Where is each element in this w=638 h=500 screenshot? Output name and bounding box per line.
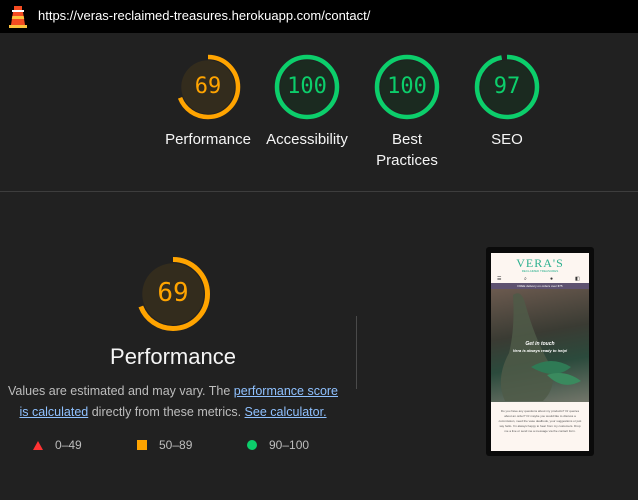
vertical-separator bbox=[356, 316, 357, 389]
final-screenshot[interactable]: VERA'S RECLAIMED TREASURES ☰ ⌕ ● ◧ FREE … bbox=[486, 247, 594, 456]
category-title: Performance bbox=[110, 344, 236, 369]
lighthouse-icon bbox=[9, 6, 27, 28]
gauge-label-best-practices: Best Practices bbox=[349, 129, 465, 171]
desc-text: Values are estimated and may vary. The bbox=[7, 384, 234, 398]
gauge-score: 100 bbox=[287, 74, 327, 99]
site-tagline: RECLAIMED TREASURES bbox=[521, 269, 559, 273]
hero-image: Get in touch Vera is always ready to hel… bbox=[491, 289, 589, 402]
gauge-score: 69 bbox=[157, 278, 189, 308]
performance-description: Values are estimated and may vary. The p… bbox=[4, 381, 342, 423]
gauge-best-practices[interactable]: 100 bbox=[374, 54, 440, 120]
square-icon bbox=[137, 440, 147, 450]
menu-icon: ☰ bbox=[497, 276, 502, 282]
legend-range: 50–89 bbox=[159, 438, 193, 452]
search-icon: ⌕ bbox=[524, 276, 527, 282]
gauge-score: 97 bbox=[493, 74, 521, 99]
gauge-label-seo: SEO bbox=[449, 129, 565, 150]
legend-fail: 0–49 bbox=[33, 438, 82, 452]
gauge-accessibility[interactable]: 100 bbox=[274, 54, 340, 120]
account-icon: ● bbox=[550, 276, 554, 282]
cart-icon: ◧ bbox=[575, 276, 580, 282]
calculator-link[interactable]: See calculator. bbox=[245, 405, 327, 419]
contact-intro-text: Do you have any questions about my produ… bbox=[498, 409, 582, 433]
desc-text: directly from these metrics. bbox=[88, 405, 245, 419]
gauge-label-line: SEO bbox=[491, 131, 523, 148]
legend-average: 50–89 bbox=[137, 438, 192, 452]
legend-pass: 90–100 bbox=[247, 438, 309, 452]
circle-icon bbox=[247, 440, 257, 450]
gauge-label-line: Best bbox=[391, 131, 422, 148]
gauge-score: 69 bbox=[194, 74, 222, 99]
browser-bar: https://veras-reclaimed-treasures.heroku… bbox=[0, 0, 638, 33]
hero-subtitle: Vera is always ready to help! bbox=[512, 348, 568, 353]
gauge-label-line: Performance bbox=[165, 131, 251, 148]
gauge-performance[interactable]: 69 bbox=[175, 54, 241, 120]
legend-range: 0–49 bbox=[55, 438, 82, 452]
gauge-label-line: Accessibility bbox=[266, 131, 348, 148]
section-divider bbox=[0, 191, 638, 192]
gauge-label-line: Practices bbox=[376, 152, 438, 169]
gauge-score: 100 bbox=[387, 74, 427, 99]
performance-gauge-large: 69 bbox=[135, 256, 211, 332]
page-url: https://veras-reclaimed-treasures.heroku… bbox=[38, 8, 371, 23]
legend-range: 90–100 bbox=[269, 438, 310, 452]
hero-title: Get in touch bbox=[525, 341, 555, 347]
screenshot-screen: VERA'S RECLAIMED TREASURES ☰ ⌕ ● ◧ FREE … bbox=[491, 253, 589, 451]
gauge-seo[interactable]: 97 bbox=[474, 54, 540, 120]
triangle-icon bbox=[33, 440, 43, 450]
gauge-label-accessibility: Accessibility bbox=[249, 129, 365, 150]
